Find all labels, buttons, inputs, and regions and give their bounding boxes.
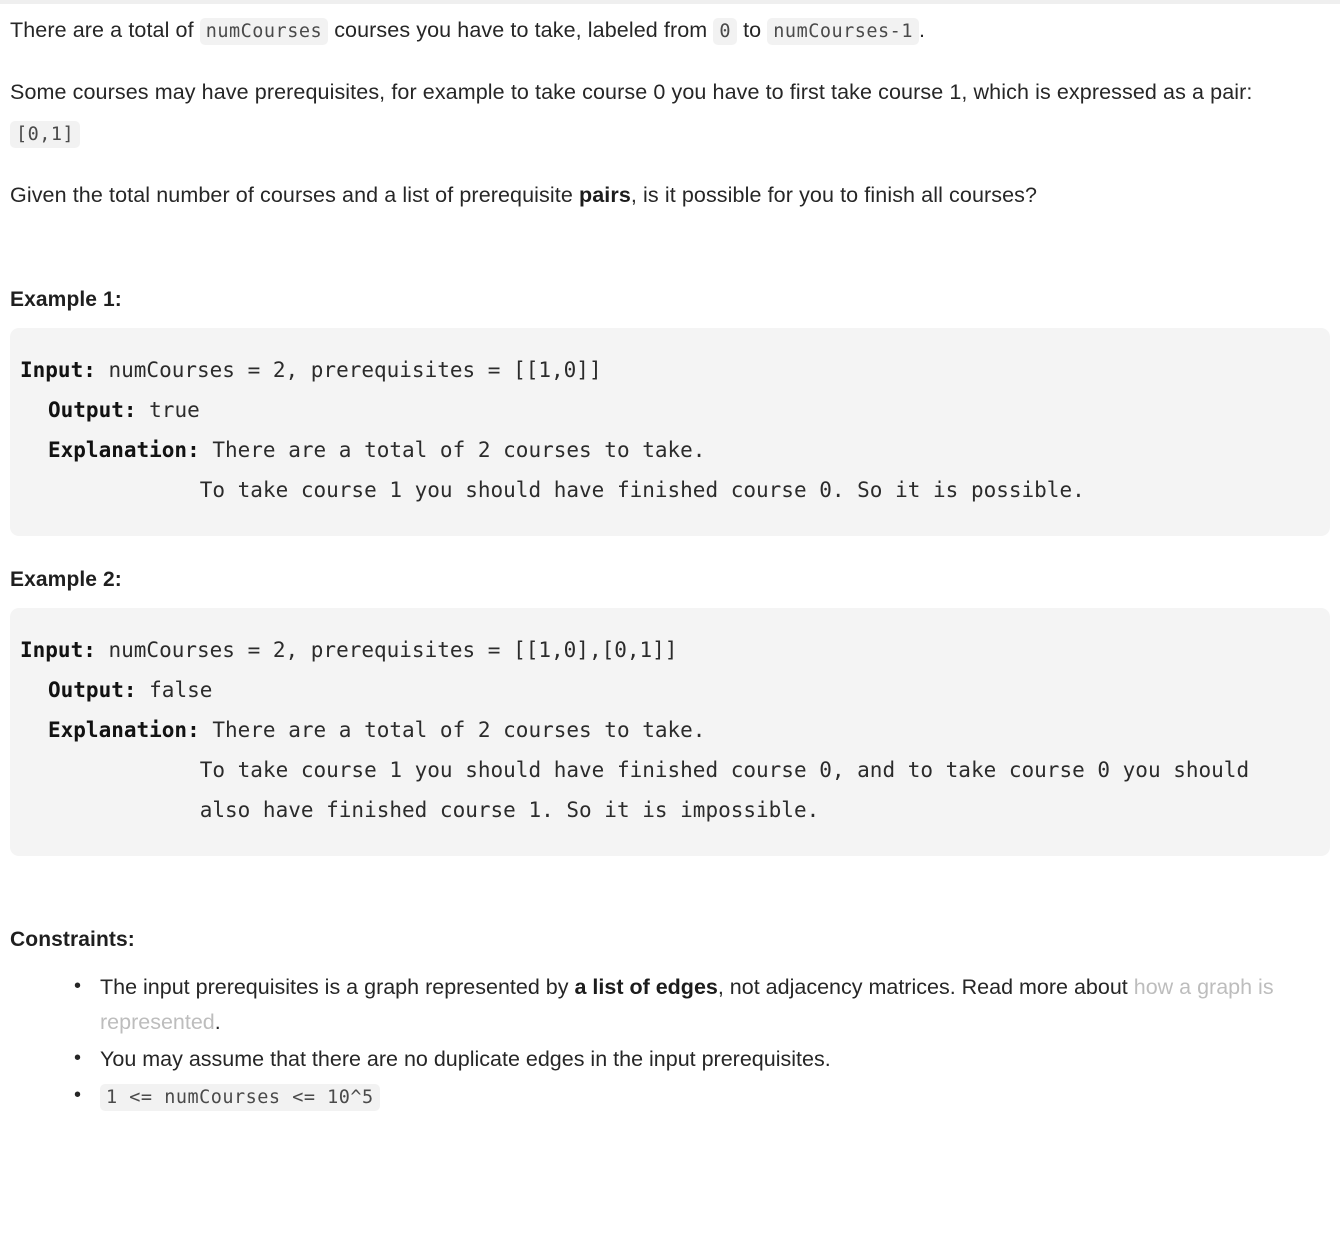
inline-code-numcourses-range: 1 <= numCourses <= 10^5	[100, 1084, 380, 1111]
intro-bold-pairs: pairs	[578, 183, 631, 207]
example-2-input-value: numCourses = 2, prerequisites = [[1,0],[…	[95, 638, 678, 662]
constraint-item-1: The input prerequisites is a graph repre…	[74, 969, 1322, 1040]
intro-text-2a: Some courses may have prerequisites, for…	[10, 80, 1253, 104]
intro-paragraph-2: Some courses may have prerequisites, for…	[10, 52, 1322, 155]
example-2-code-block: Input: numCourses = 2, prerequisites = […	[10, 608, 1330, 856]
inline-code-numcourses-minus-1: numCourses-1	[767, 18, 919, 45]
example-1-input-label: Input:	[20, 358, 96, 382]
example-2-explanation-value: There are a total of 2 courses to take. …	[199, 718, 1250, 822]
example-1-output-value: true	[136, 398, 200, 422]
example-1-input-value: numCourses = 2, prerequisites = [[1,0]]	[95, 358, 602, 382]
intro-text-3a: Given the total number of courses and a …	[10, 183, 579, 207]
example-1-code-block: Input: numCourses = 2, prerequisites = […	[10, 328, 1330, 536]
example-2-output-value: false	[136, 678, 213, 702]
intro-text-1c: to	[737, 18, 768, 42]
inline-code-pair: [0,1]	[10, 121, 81, 148]
intro-text-1a: There are a total of	[10, 18, 200, 42]
intro-text-1d: .	[918, 18, 926, 42]
constraint-item-2: You may assume that there are no duplica…	[74, 1041, 1322, 1077]
example-1-explanation-label: Explanation:	[48, 438, 200, 462]
inline-code-numcourses: numCourses	[199, 18, 329, 45]
constraint-1-text-b: , not adjacency matrices. Read more abou…	[717, 975, 1134, 999]
example-2-heading: Example 2:	[10, 568, 122, 591]
problem-description-page: There are a total of numCourses courses …	[0, 4, 1340, 1115]
example-1-heading: Example 1:	[10, 288, 122, 311]
inline-code-zero: 0	[713, 18, 738, 45]
constraints-heading: Constraints:	[10, 928, 135, 951]
intro-text-3b: , is it possible for you to finish all c…	[630, 183, 1038, 207]
example-1-output-label: Output:	[48, 398, 137, 422]
constraints-list: The input prerequisites is a graph repre…	[10, 969, 1322, 1115]
intro-paragraph-1: There are a total of numCourses courses …	[10, 4, 1322, 52]
constraint-1-text-c: .	[214, 1010, 221, 1034]
example-2-output-label: Output:	[48, 678, 137, 702]
example-2-input-label: Input:	[20, 638, 96, 662]
constraint-item-3: 1 <= numCourses <= 10^5	[74, 1078, 1322, 1115]
example-1-explanation-value: There are a total of 2 courses to take. …	[199, 438, 1085, 502]
intro-text-1b: courses you have to take, labeled from	[328, 18, 714, 42]
intro-paragraph-3: Given the total number of courses and a …	[10, 155, 1322, 216]
example-2-explanation-label: Explanation:	[48, 718, 200, 742]
constraint-1-bold: a list of edges	[574, 975, 718, 999]
constraint-1-text-a: The input prerequisites is a graph repre…	[100, 975, 575, 999]
